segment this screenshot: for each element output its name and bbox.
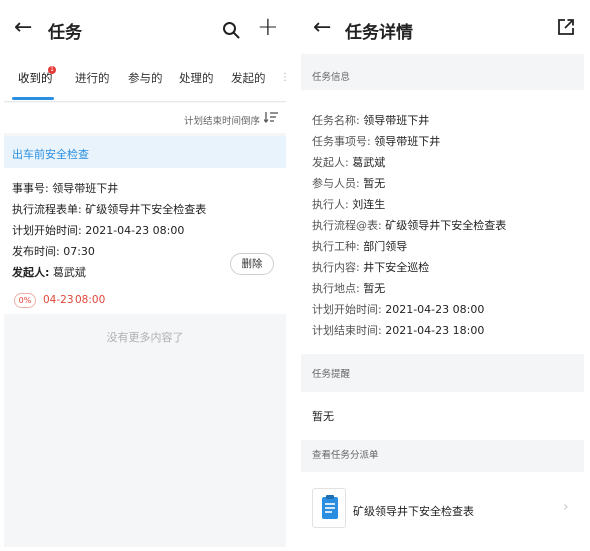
info-value: 2021-04-23 08:00 [385, 303, 485, 316]
progress-badge: 0% [14, 293, 36, 308]
page-title: 任务详情 [345, 23, 413, 43]
info-value: 刘连生 [352, 198, 386, 211]
info-value: 矿级领导井下安全检查表 [385, 219, 507, 232]
row-value: 07:30 [63, 245, 95, 258]
info-key: 发起人 [312, 156, 345, 169]
info-value: 部门领导 [363, 240, 408, 253]
dispatch-item-label: 矿级领导井下安全检查表 [353, 505, 474, 518]
tab-received[interactable]: 收到的 [18, 70, 53, 86]
sort-label[interactable]: 计划结束时间倒序 [184, 113, 260, 127]
back-arrow-icon[interactable]: ← [313, 17, 331, 39]
row-value: 矿级领导井下安全检查表 [85, 203, 207, 216]
row-key: 发布时间 [12, 245, 56, 258]
info-row: 执行流程@表: 矿级领导井下安全检查表 [312, 219, 507, 232]
add-icon[interactable]: + [257, 14, 279, 40]
tab-participated[interactable]: 参与的 [128, 70, 163, 86]
info-value: 暂无 [363, 177, 386, 190]
info-key: 计划结束时间 [312, 324, 378, 337]
task-group-header[interactable]: 出车前安全检查 [4, 136, 286, 168]
tab-initiated[interactable]: 发起的 [231, 70, 266, 86]
row-value: 2021-04-23 08:00 [85, 224, 185, 237]
active-tab-indicator [12, 97, 54, 100]
chevron-right-icon: › [563, 499, 569, 515]
tab-handled[interactable]: 处理的 [179, 70, 214, 86]
info-row: 执行内容: 井下安全巡检 [312, 261, 430, 274]
tab-bar: 收到的 1 进行的 参与的 处理的 发起的 ⋮ [4, 54, 286, 102]
info-key: 计划开始时间 [312, 303, 378, 316]
info-key: 执行人 [312, 198, 345, 211]
document-icon [312, 488, 346, 528]
info-row: 任务名称: 领导带班下井 [312, 114, 430, 127]
task-row: 执行流程表单: 矿级领导井下安全检查表 [12, 203, 207, 216]
info-key: 任务事项号 [312, 135, 367, 148]
list-end-text: 没有更多内容了 [106, 331, 184, 344]
section-dispatch: 查看任务分派单 [312, 450, 379, 461]
info-value: 井下安全巡检 [363, 261, 430, 274]
info-row: 发起人: 葛武斌 [312, 156, 386, 169]
sort-icon[interactable] [264, 111, 278, 123]
info-row: 参与人员: 暂无 [312, 177, 386, 190]
task-group-title: 出车前安全检查 [12, 148, 89, 161]
reminder-value: 暂无 [312, 410, 334, 423]
info-value: 葛武斌 [352, 156, 386, 169]
info-row: 计划开始时间: 2021-04-23 08:00 [312, 303, 485, 316]
open-external-icon[interactable] [557, 18, 575, 36]
info-key: 执行地点 [312, 282, 356, 295]
info-value: 2021-04-23 18:00 [385, 324, 485, 337]
row-key: 执行流程表单 [12, 203, 78, 216]
section-task-reminder: 任务提醒 [312, 369, 351, 380]
row-key: 事事号 [12, 182, 45, 195]
row-key: 发起人 [12, 266, 45, 279]
search-icon[interactable] [222, 21, 240, 39]
row-key: 计划开始时间 [12, 224, 78, 237]
sort-bar: 计划结束时间倒序 [4, 103, 286, 133]
back-arrow-icon[interactable]: ← [14, 17, 32, 39]
row-value: 领导带班下井 [52, 182, 119, 195]
dispatch-item[interactable]: 矿级领导井下安全检查表 › [301, 472, 584, 547]
info-row: 计划结束时间: 2021-04-23 18:00 [312, 324, 485, 337]
page-title: 任务 [48, 23, 82, 43]
task-detail-screen: ← 任务详情 任务信息 任务名称: 领导带班下井 任务事项号: 领导带班下井 发… [301, 4, 584, 547]
info-row: 任务事项号: 领导带班下井 [312, 135, 441, 148]
task-row: 计划开始时间: 2021-04-23 08:00 [12, 224, 185, 237]
header: ← 任务 + [4, 4, 286, 54]
row-value: 葛武斌 [52, 266, 86, 279]
task-card[interactable]: 事事号: 领导带班下井 执行流程表单: 矿级领导井下安全检查表 计划开始时间: … [4, 168, 286, 314]
info-key: 执行工种 [312, 240, 356, 253]
info-key: 任务名称 [312, 114, 356, 127]
info-row: 执行工种: 部门领导 [312, 240, 408, 253]
info-row: 执行地点: 暂无 [312, 282, 386, 295]
info-key: 执行流程@表 [312, 219, 378, 232]
more-tabs-icon[interactable]: ⋮ [280, 72, 286, 83]
task-row: 事事号: 领导带班下井 [12, 182, 119, 195]
info-value: 领导带班下井 [374, 135, 441, 148]
info-key: 参与人员 [312, 177, 356, 190]
screenshot-frame: ← 任务 + 收到的 1 进行的 参与的 处理的 发起的 ⋮ 计划结束时间倒序 [0, 0, 590, 551]
task-info-panel: 任务名称: 领导带班下井 任务事项号: 领导带班下井 发起人: 葛武斌 参与人员… [301, 90, 584, 354]
info-key: 执行内容 [312, 261, 356, 274]
task-reminder-panel: 暂无 [301, 392, 584, 440]
info-value: 暂无 [363, 282, 386, 295]
task-row: 发起人: 葛武斌 [12, 266, 86, 279]
info-row: 执行人: 刘连生 [312, 198, 386, 211]
delete-button[interactable]: 删除 [230, 253, 274, 275]
unread-badge: 1 [48, 66, 56, 74]
task-row: 发布时间: 07:30 [12, 245, 95, 258]
end-time: 08:00 [75, 294, 106, 306]
end-date: 04-23 [43, 294, 74, 306]
tab-in-progress[interactable]: 进行的 [75, 70, 110, 86]
info-value: 领导带班下井 [363, 114, 430, 127]
task-list-screen: ← 任务 + 收到的 1 进行的 参与的 处理的 发起的 ⋮ 计划结束时间倒序 [4, 4, 286, 547]
header: ← 任务详情 [301, 4, 584, 54]
section-task-info: 任务信息 [312, 72, 351, 83]
